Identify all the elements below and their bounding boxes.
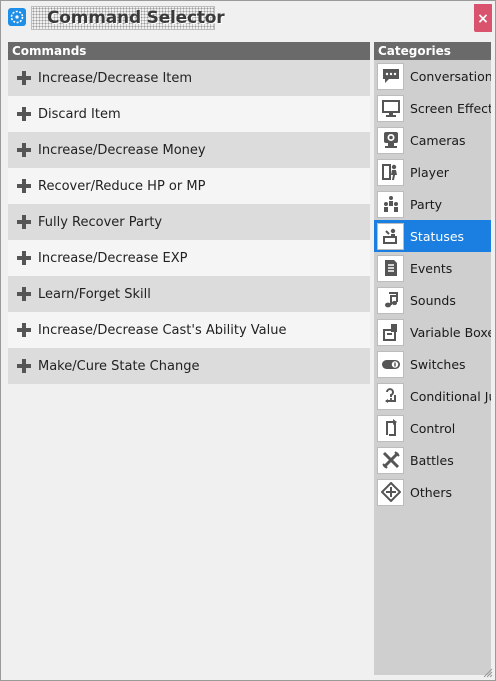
category-statuses[interactable]: Statuses <box>374 220 491 252</box>
title-bar[interactable]: Command Selector × <box>1 1 495 37</box>
plus-icon <box>17 143 31 157</box>
command-label: Increase/Decrease Cast's Ability Value <box>38 322 287 338</box>
category-label: Others <box>410 484 453 500</box>
command-item[interactable]: Increase/Decrease EXP <box>8 240 370 276</box>
command-label: Learn/Forget Skill <box>38 286 151 302</box>
category-others[interactable]: Others <box>374 476 491 508</box>
commands-panel: Commands Increase/Decrease Item Discard … <box>8 42 370 675</box>
conditional-jump-icon <box>377 382 404 410</box>
plus-icon <box>17 359 31 373</box>
category-battles[interactable]: Battles <box>374 444 491 476</box>
category-control[interactable]: Control <box>374 412 491 444</box>
command-item[interactable]: Learn/Forget Skill <box>8 276 370 312</box>
close-button[interactable]: × <box>474 4 492 32</box>
control-icon <box>377 414 404 442</box>
category-conditional-jumps[interactable]: Conditional Jumps <box>374 380 491 412</box>
window-title: Command Selector <box>47 8 225 28</box>
resize-grip-icon[interactable] <box>483 668 493 678</box>
category-label: Conversation <box>410 68 491 84</box>
category-label: Control <box>410 420 456 436</box>
command-item[interactable]: Make/Cure State Change <box>8 348 370 384</box>
crossed-swords-icon <box>377 446 404 474</box>
command-label: Make/Cure State Change <box>38 358 200 374</box>
category-label: Variable Boxes <box>410 324 491 340</box>
command-label: Increase/Decrease EXP <box>38 250 188 266</box>
category-events[interactable]: Events <box>374 252 491 284</box>
category-label: Switches <box>410 356 466 372</box>
category-sounds[interactable]: Sounds <box>374 284 491 316</box>
category-party[interactable]: Party <box>374 188 491 220</box>
plus-icon <box>17 323 31 337</box>
command-item[interactable]: Discard Item <box>8 96 370 132</box>
commands-header: Commands <box>8 42 370 60</box>
category-cameras[interactable]: Cameras <box>374 124 491 156</box>
category-player[interactable]: Player <box>374 156 491 188</box>
category-label: Screen Effects <box>410 100 491 116</box>
command-label: Increase/Decrease Item <box>38 70 193 86</box>
monitor-icon <box>377 94 404 122</box>
plus-icon <box>17 107 31 121</box>
command-item[interactable]: Fully Recover Party <box>8 204 370 240</box>
command-item[interactable]: Increase/Decrease Item <box>8 60 370 96</box>
player-icon <box>377 158 404 186</box>
status-icon <box>377 222 404 250</box>
plus-icon <box>17 287 31 301</box>
command-label: Discard Item <box>38 106 121 122</box>
camera-icon <box>377 126 404 154</box>
switch-icon <box>377 350 404 378</box>
command-item[interactable]: Recover/Reduce HP or MP <box>8 168 370 204</box>
category-label: Party <box>410 196 443 212</box>
category-label: Events <box>410 260 453 276</box>
plus-icon <box>17 71 31 85</box>
category-label: Cameras <box>410 132 466 148</box>
categories-panel: Categories Conversation Screen Effects C… <box>374 42 491 675</box>
category-label: Sounds <box>410 292 456 308</box>
category-list: Conversation Screen Effects Cameras Play… <box>374 60 491 508</box>
others-icon <box>377 478 404 506</box>
command-label: Increase/Decrease Money <box>38 142 206 158</box>
category-label: Conditional Jumps <box>410 388 491 404</box>
speech-bubble-icon <box>377 62 404 90</box>
categories-header: Categories <box>374 42 491 60</box>
category-label: Battles <box>410 452 454 468</box>
plus-icon <box>17 215 31 229</box>
category-variable-boxes[interactable]: Variable Boxes <box>374 316 491 348</box>
category-label: Player <box>410 164 449 180</box>
command-item[interactable]: Increase/Decrease Cast's Ability Value <box>8 312 370 348</box>
variable-box-icon <box>377 318 404 346</box>
command-item[interactable]: Increase/Decrease Money <box>8 132 370 168</box>
command-label: Recover/Reduce HP or MP <box>38 178 206 194</box>
command-label: Fully Recover Party <box>38 214 163 230</box>
category-screen-effects[interactable]: Screen Effects <box>374 92 491 124</box>
command-list: Increase/Decrease Item Discard Item Incr… <box>8 60 370 384</box>
category-switches[interactable]: Switches <box>374 348 491 380</box>
command-selector-window: Command Selector × Commands Increase/Dec… <box>0 0 496 681</box>
party-icon <box>377 190 404 218</box>
events-icon <box>377 254 404 282</box>
category-label: Statuses <box>410 228 465 244</box>
plus-icon <box>17 251 31 265</box>
music-note-icon <box>377 286 404 314</box>
plus-icon <box>17 179 31 193</box>
app-icon <box>8 8 26 26</box>
category-conversation[interactable]: Conversation <box>374 60 491 92</box>
